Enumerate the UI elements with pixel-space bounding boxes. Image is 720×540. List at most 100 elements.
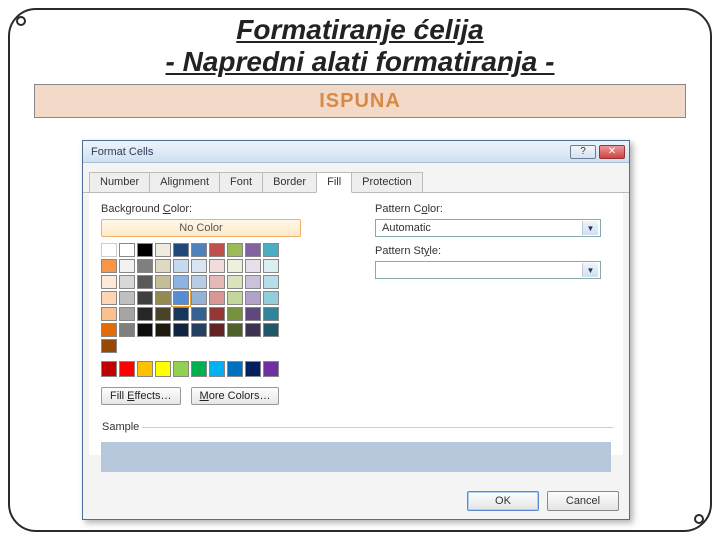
color-swatch[interactable] (173, 243, 189, 257)
color-swatch-blank[interactable] (101, 243, 117, 257)
color-swatch[interactable] (263, 323, 279, 337)
color-swatch[interactable] (227, 361, 243, 377)
tab-font[interactable]: Font (219, 172, 263, 192)
color-swatch[interactable] (245, 243, 261, 257)
color-swatch[interactable] (263, 291, 279, 305)
color-swatch[interactable] (209, 307, 225, 321)
color-swatch[interactable] (119, 361, 135, 377)
pattern-color-label: Pattern Color: (375, 203, 611, 215)
color-swatch[interactable] (209, 275, 225, 289)
color-swatch[interactable] (101, 275, 117, 289)
background-color-section: Background Color: No Color Fill Effects…… (101, 203, 351, 405)
color-swatch[interactable] (227, 243, 243, 257)
color-swatch[interactable] (155, 291, 171, 305)
color-swatch[interactable] (263, 361, 279, 377)
tab-protection[interactable]: Protection (351, 172, 423, 192)
color-swatch[interactable] (173, 291, 189, 305)
color-swatch[interactable] (137, 323, 153, 337)
color-swatch[interactable] (209, 291, 225, 305)
color-swatch[interactable] (227, 323, 243, 337)
pattern-style-combo[interactable]: ▼ (375, 261, 601, 279)
color-swatch[interactable] (137, 307, 153, 321)
color-swatch[interactable] (245, 291, 261, 305)
color-swatch[interactable] (227, 307, 243, 321)
pattern-section: Pattern Color: Automatic ▼ Pattern Style… (375, 203, 611, 287)
color-swatch[interactable] (173, 275, 189, 289)
more-colors-button[interactable]: More Colors… (191, 387, 280, 405)
color-swatch[interactable] (155, 307, 171, 321)
dialog-titlebar[interactable]: Format Cells ? ✕ (83, 141, 629, 163)
color-swatch[interactable] (191, 323, 207, 337)
tab-number[interactable]: Number (89, 172, 150, 192)
color-swatch[interactable] (263, 243, 279, 257)
color-swatch[interactable] (101, 361, 117, 377)
color-swatch[interactable] (209, 323, 225, 337)
color-swatch[interactable] (191, 243, 207, 257)
color-swatch[interactable] (155, 243, 171, 257)
color-swatch[interactable] (155, 323, 171, 337)
color-swatch[interactable] (101, 259, 117, 273)
close-button[interactable]: ✕ (599, 145, 625, 159)
help-icon: ? (580, 147, 586, 157)
color-swatch[interactable] (191, 361, 207, 377)
tab-alignment[interactable]: Alignment (149, 172, 220, 192)
color-swatch[interactable] (245, 275, 261, 289)
color-swatch[interactable] (191, 275, 207, 289)
color-swatch[interactable] (119, 291, 135, 305)
color-swatch[interactable] (209, 243, 225, 257)
no-color-button[interactable]: No Color (101, 219, 301, 237)
pattern-style-label: Pattern Style: (375, 245, 611, 257)
color-swatch[interactable] (227, 259, 243, 273)
color-swatch[interactable] (245, 307, 261, 321)
close-icon: ✕ (608, 147, 616, 157)
color-swatch[interactable] (101, 323, 117, 337)
color-swatch[interactable] (137, 275, 153, 289)
color-swatch[interactable] (227, 275, 243, 289)
color-swatch[interactable] (101, 291, 117, 305)
sample-swatch (101, 442, 611, 472)
color-swatch[interactable] (137, 291, 153, 305)
cancel-button[interactable]: Cancel (547, 491, 619, 511)
color-swatch[interactable] (263, 275, 279, 289)
color-swatch[interactable] (119, 307, 135, 321)
color-swatch[interactable] (263, 259, 279, 273)
color-swatch[interactable] (173, 259, 189, 273)
dialog-tabs: NumberAlignmentFontBorderFillProtection (83, 163, 629, 193)
color-swatch[interactable] (155, 275, 171, 289)
color-swatch[interactable] (209, 361, 225, 377)
color-swatch[interactable] (119, 243, 135, 257)
pattern-color-combo[interactable]: Automatic ▼ (375, 219, 601, 237)
color-swatch[interactable] (173, 361, 189, 377)
color-swatch[interactable] (263, 307, 279, 321)
help-button[interactable]: ? (570, 145, 596, 159)
color-swatch[interactable] (245, 323, 261, 337)
color-swatch[interactable] (245, 361, 261, 377)
color-swatch[interactable] (137, 259, 153, 273)
corner-dot (694, 514, 704, 524)
color-swatch[interactable] (209, 259, 225, 273)
fill-effects-button[interactable]: Fill Effects… (101, 387, 181, 405)
color-swatch[interactable] (173, 307, 189, 321)
tab-border[interactable]: Border (262, 172, 317, 192)
sample-label: Sample (99, 421, 142, 433)
ok-button[interactable]: OK (467, 491, 539, 511)
color-swatch[interactable] (245, 259, 261, 273)
tab-fill[interactable]: Fill (316, 172, 352, 193)
color-swatch[interactable] (191, 259, 207, 273)
dialog-title: Format Cells (91, 146, 153, 158)
color-swatch[interactable] (173, 323, 189, 337)
color-swatch[interactable] (119, 275, 135, 289)
color-swatch[interactable] (119, 323, 135, 337)
color-swatch[interactable] (227, 291, 243, 305)
color-swatch[interactable] (137, 361, 153, 377)
color-swatch[interactable] (101, 307, 117, 321)
color-swatch[interactable] (101, 339, 117, 353)
color-swatch[interactable] (119, 259, 135, 273)
color-swatch[interactable] (191, 291, 207, 305)
standard-color-grid (101, 361, 281, 377)
color-swatch[interactable] (155, 361, 171, 377)
color-swatch[interactable] (137, 243, 153, 257)
color-swatch[interactable] (155, 259, 171, 273)
corner-dot (16, 16, 26, 26)
color-swatch[interactable] (191, 307, 207, 321)
